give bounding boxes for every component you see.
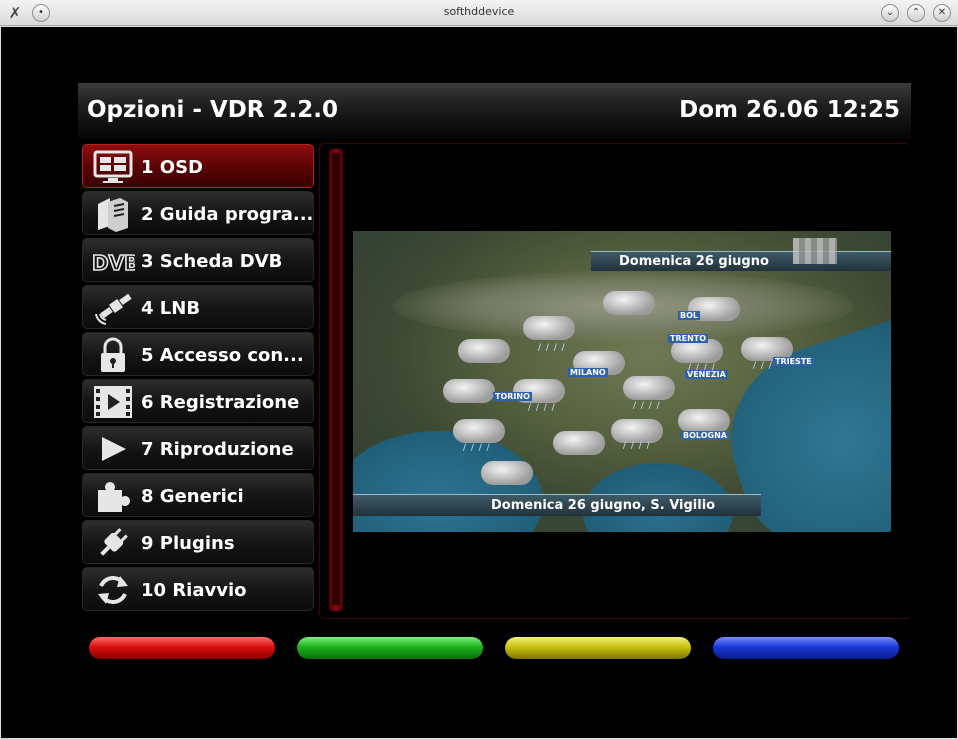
menu-item-epg[interactable]: 2 Guida progra... [82, 191, 314, 235]
puzzle-icon [91, 478, 135, 514]
svg-text:DVB: DVB [92, 251, 135, 275]
minimize-button[interactable]: ⌄ [881, 4, 899, 22]
plug-icon [91, 525, 135, 561]
datetime: Dom 26.06 12:25 [679, 97, 900, 123]
menu-item-label: 2 Guida progra... [141, 204, 314, 225]
options-menu: 1 OSD 2 Guida progra... DVB 3 Scheda DVB [82, 144, 315, 614]
cloud-icon [678, 409, 730, 433]
city-label: TRENTO [668, 334, 709, 343]
film-icon [91, 384, 135, 420]
menu-item-restart[interactable]: 10 Riavvio [82, 567, 314, 611]
osd-icon [91, 149, 135, 185]
menu-item-label: 6 Registrazione [141, 392, 300, 413]
preview-bottom-caption: Domenica 26 giugno, S. Vigilio [353, 494, 761, 516]
menu-item-label: 1 OSD [141, 157, 203, 178]
menu-item-label: 3 Scheda DVB [141, 251, 283, 272]
satellite-icon [91, 290, 135, 326]
cloud-icon [523, 316, 575, 340]
green-key-button[interactable] [297, 637, 483, 659]
close-button[interactable]: ✕ [933, 4, 951, 22]
restart-icon [91, 572, 135, 608]
city-label: VENEZIA [685, 370, 728, 379]
cloud-icon [458, 339, 510, 363]
preview-top-caption: Domenica 26 giugno [591, 251, 891, 271]
window-title: softhddevice [443, 5, 515, 18]
menu-item-access[interactable]: 5 Accesso con... [82, 332, 314, 376]
osd-screen: Opzioni - VDR 2.2.0 Dom 26.06 12:25 1 OS… [1, 27, 957, 738]
scrollbar[interactable] [329, 149, 343, 611]
city-label: MILANO [568, 368, 608, 377]
maximize-button[interactable]: ⌃ [907, 4, 925, 22]
yellow-key-button[interactable] [505, 637, 691, 659]
epg-book-icon [91, 196, 135, 232]
play-icon [91, 431, 135, 467]
cloud-icon [611, 419, 663, 443]
city-label: BOLOGNA [681, 431, 729, 440]
menu-item-label: 9 Plugins [141, 533, 235, 554]
osd-header: Opzioni - VDR 2.2.0 Dom 26.06 12:25 [78, 83, 911, 139]
city-label: BOL [678, 311, 700, 320]
page-title: Opzioni - VDR 2.2.0 [87, 97, 339, 123]
cloud-icon [553, 431, 605, 455]
scrollbar-thumb[interactable] [332, 153, 340, 605]
menu-item-dvb[interactable]: DVB 3 Scheda DVB [82, 238, 314, 282]
red-key-button[interactable] [89, 637, 275, 659]
menu-item-playback[interactable]: 7 Riproduzione [82, 426, 314, 470]
menu-item-generic[interactable]: 8 Generici [82, 473, 314, 517]
window-titlebar: ✗ • softhddevice ⌄ ⌃ ✕ [0, 0, 958, 26]
cloud-icon [481, 461, 533, 485]
menu-item-label: 7 Riproduzione [141, 439, 294, 460]
lock-icon [91, 337, 135, 373]
city-label: TORINO [493, 392, 532, 401]
video-preview: / / / / / / / / / / / / / / / / / / / / … [353, 231, 891, 532]
menu-item-label: 10 Riavvio [141, 580, 247, 601]
menu-item-plugins[interactable]: 9 Plugins [82, 520, 314, 564]
blue-key-button[interactable] [713, 637, 899, 659]
city-label: TRIESTE [773, 357, 814, 366]
menu-item-recording[interactable]: 6 Registrazione [82, 379, 314, 423]
cloud-icon [453, 419, 505, 443]
channel-logo [793, 238, 837, 264]
menu-item-label: 5 Accesso con... [141, 345, 304, 366]
dvb-icon: DVB [91, 243, 140, 279]
cloud-icon [443, 379, 495, 403]
menu-item-osd[interactable]: 1 OSD [82, 144, 314, 188]
menu-item-lnb[interactable]: 4 LNB [82, 285, 314, 329]
menu-item-label: 8 Generici [141, 486, 244, 507]
cloud-icon [623, 376, 675, 400]
cloud-icon [603, 291, 655, 315]
menu-item-label: 4 LNB [141, 298, 201, 319]
